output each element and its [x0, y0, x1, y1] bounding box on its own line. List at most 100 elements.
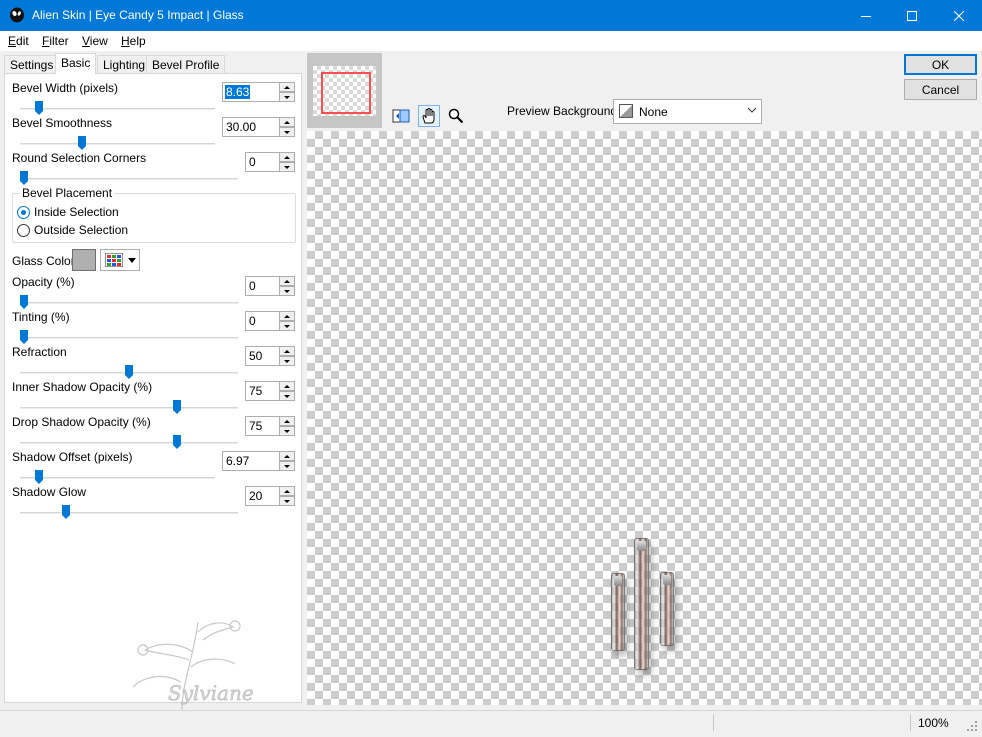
tinting-slider-track[interactable] — [20, 337, 238, 339]
spin-up-button[interactable] — [279, 486, 295, 496]
round-selection-corners-slider-thumb[interactable] — [20, 171, 28, 185]
up-arrow-icon — [284, 384, 290, 388]
minimize-button[interactable] — [843, 0, 889, 31]
opacity-value[interactable]: 0 — [248, 279, 257, 293]
zoom-tool-button[interactable] — [445, 105, 467, 127]
tab-settings[interactable]: Settings — [4, 55, 60, 74]
outside-selection-radio[interactable] — [17, 224, 30, 237]
spin-down-button[interactable] — [279, 496, 295, 506]
compare-preview-button[interactable] — [390, 105, 412, 127]
tinting-value[interactable]: 0 — [248, 314, 257, 328]
color-picker-dropdown[interactable] — [100, 249, 140, 271]
spin-down-button[interactable] — [279, 321, 295, 331]
spin-down-button[interactable] — [279, 391, 295, 401]
spin-down-button[interactable] — [279, 92, 295, 102]
glass-color-swatch[interactable] — [72, 249, 96, 271]
up-arrow-icon — [284, 155, 290, 159]
drop-shadow-opacity-value[interactable]: 75 — [248, 419, 263, 433]
spin-up-button[interactable] — [279, 311, 295, 321]
maximize-button[interactable] — [889, 0, 935, 31]
round-selection-corners-slider-track[interactable] — [20, 178, 238, 180]
bevel-width-value[interactable]: 8.63 — [225, 85, 251, 99]
resize-grip-icon[interactable] — [966, 720, 978, 732]
inside-selection-label[interactable]: Inside Selection — [34, 205, 119, 219]
down-arrow-icon — [284, 429, 290, 433]
spin-down-button[interactable] — [279, 356, 295, 366]
ok-button[interactable]: OK — [904, 54, 977, 75]
spin-up-button[interactable] — [279, 117, 295, 127]
up-arrow-icon — [284, 454, 290, 458]
hand-tool-button[interactable] — [418, 105, 440, 127]
menu-view[interactable]: View — [82, 34, 108, 48]
spin-up-button[interactable] — [279, 276, 295, 286]
navigator-view-rectangle[interactable] — [321, 72, 371, 114]
tab-basic[interactable]: Basic — [55, 53, 97, 74]
spin-down-button[interactable] — [279, 286, 295, 296]
navigator-thumbnail[interactable] — [307, 53, 382, 128]
menu-bar: Edit Filter View Help — [0, 31, 982, 51]
spin-up-button[interactable] — [279, 381, 295, 391]
menu-edit[interactable]: Edit — [8, 34, 29, 48]
preview-background-label: Preview Background: — [507, 104, 621, 118]
spin-down-button[interactable] — [279, 162, 295, 172]
refraction-slider-thumb[interactable] — [125, 365, 133, 379]
shadow-glow-slider-track[interactable] — [20, 512, 238, 514]
down-arrow-icon — [284, 394, 290, 398]
spin-down-button[interactable] — [279, 461, 295, 471]
shadow-offset-value[interactable]: 6.97 — [225, 454, 250, 468]
bevel-width-slider-thumb[interactable] — [35, 101, 43, 115]
tab-lighting[interactable]: Lighting — [97, 55, 152, 74]
refraction-spinbox[interactable]: 50 — [245, 346, 295, 366]
cancel-button[interactable]: Cancel — [904, 79, 977, 100]
shadow-glow-slider-thumb[interactable] — [62, 505, 70, 519]
preview-canvas[interactable] — [307, 131, 982, 705]
down-arrow-icon — [284, 324, 290, 328]
refraction-value[interactable]: 50 — [248, 349, 263, 363]
spin-up-button[interactable] — [279, 152, 295, 162]
bevel-width-spinbox[interactable]: 8.63 — [222, 82, 295, 102]
refraction-label: Refraction — [12, 345, 67, 359]
inner-shadow-opacity-label: Inner Shadow Opacity (%) — [12, 380, 153, 394]
shadow-offset-slider-thumb[interactable] — [35, 470, 43, 484]
preview-background-select[interactable]: None — [613, 99, 762, 124]
spin-up-button[interactable] — [279, 346, 295, 356]
bevel-smoothness-value[interactable]: 30.00 — [225, 120, 257, 134]
shadow-glow-value[interactable]: 20 — [248, 489, 263, 503]
opacity-spinbox[interactable]: 0 — [245, 276, 295, 296]
bevel-smoothness-spinbox[interactable]: 30.00 — [222, 117, 295, 137]
shadow-offset-slider-track[interactable] — [20, 477, 215, 479]
spin-up-button[interactable] — [279, 451, 295, 461]
shadow-offset-spinbox[interactable]: 6.97 — [222, 451, 295, 471]
spin-up-button[interactable] — [279, 82, 295, 92]
close-button[interactable] — [936, 0, 982, 31]
up-arrow-icon — [284, 419, 290, 423]
round-selection-corners-spinbox[interactable]: 0 — [245, 152, 295, 172]
opacity-slider-track[interactable] — [20, 302, 238, 304]
bevel-width-slider-track[interactable] — [20, 108, 215, 110]
outside-selection-label[interactable]: Outside Selection — [34, 223, 128, 237]
menu-help[interactable]: Help — [121, 34, 146, 48]
preview-background-value: None — [639, 105, 668, 119]
tinting-spinbox[interactable]: 0 — [245, 311, 295, 331]
tinting-slider-thumb[interactable] — [20, 330, 28, 344]
drop-shadow-opacity-slider-track[interactable] — [20, 442, 238, 444]
inner-shadow-opacity-slider-track[interactable] — [20, 407, 238, 409]
spin-down-button[interactable] — [279, 426, 295, 436]
inner-shadow-opacity-spinbox[interactable]: 75 — [245, 381, 295, 401]
round-selection-corners-value[interactable]: 0 — [248, 155, 257, 169]
tab-bevel-profile[interactable]: Bevel Profile — [146, 55, 226, 74]
spin-up-button[interactable] — [279, 416, 295, 426]
inner-shadow-opacity-value[interactable]: 75 — [248, 384, 263, 398]
inner-shadow-opacity-slider-thumb[interactable] — [173, 400, 181, 414]
shadow-glow-spinbox[interactable]: 20 — [245, 486, 295, 506]
glass-bar-center — [634, 538, 649, 670]
tinting-label: Tinting (%) — [12, 310, 70, 324]
opacity-slider-thumb[interactable] — [20, 295, 28, 309]
drop-shadow-opacity-slider-thumb[interactable] — [173, 435, 181, 449]
drop-shadow-opacity-spinbox[interactable]: 75 — [245, 416, 295, 436]
inside-selection-radio[interactable] — [17, 206, 30, 219]
bevel-smoothness-slider-track[interactable] — [20, 143, 215, 145]
menu-filter[interactable]: Filter — [42, 34, 69, 48]
bevel-smoothness-slider-thumb[interactable] — [78, 136, 86, 150]
spin-down-button[interactable] — [279, 127, 295, 137]
